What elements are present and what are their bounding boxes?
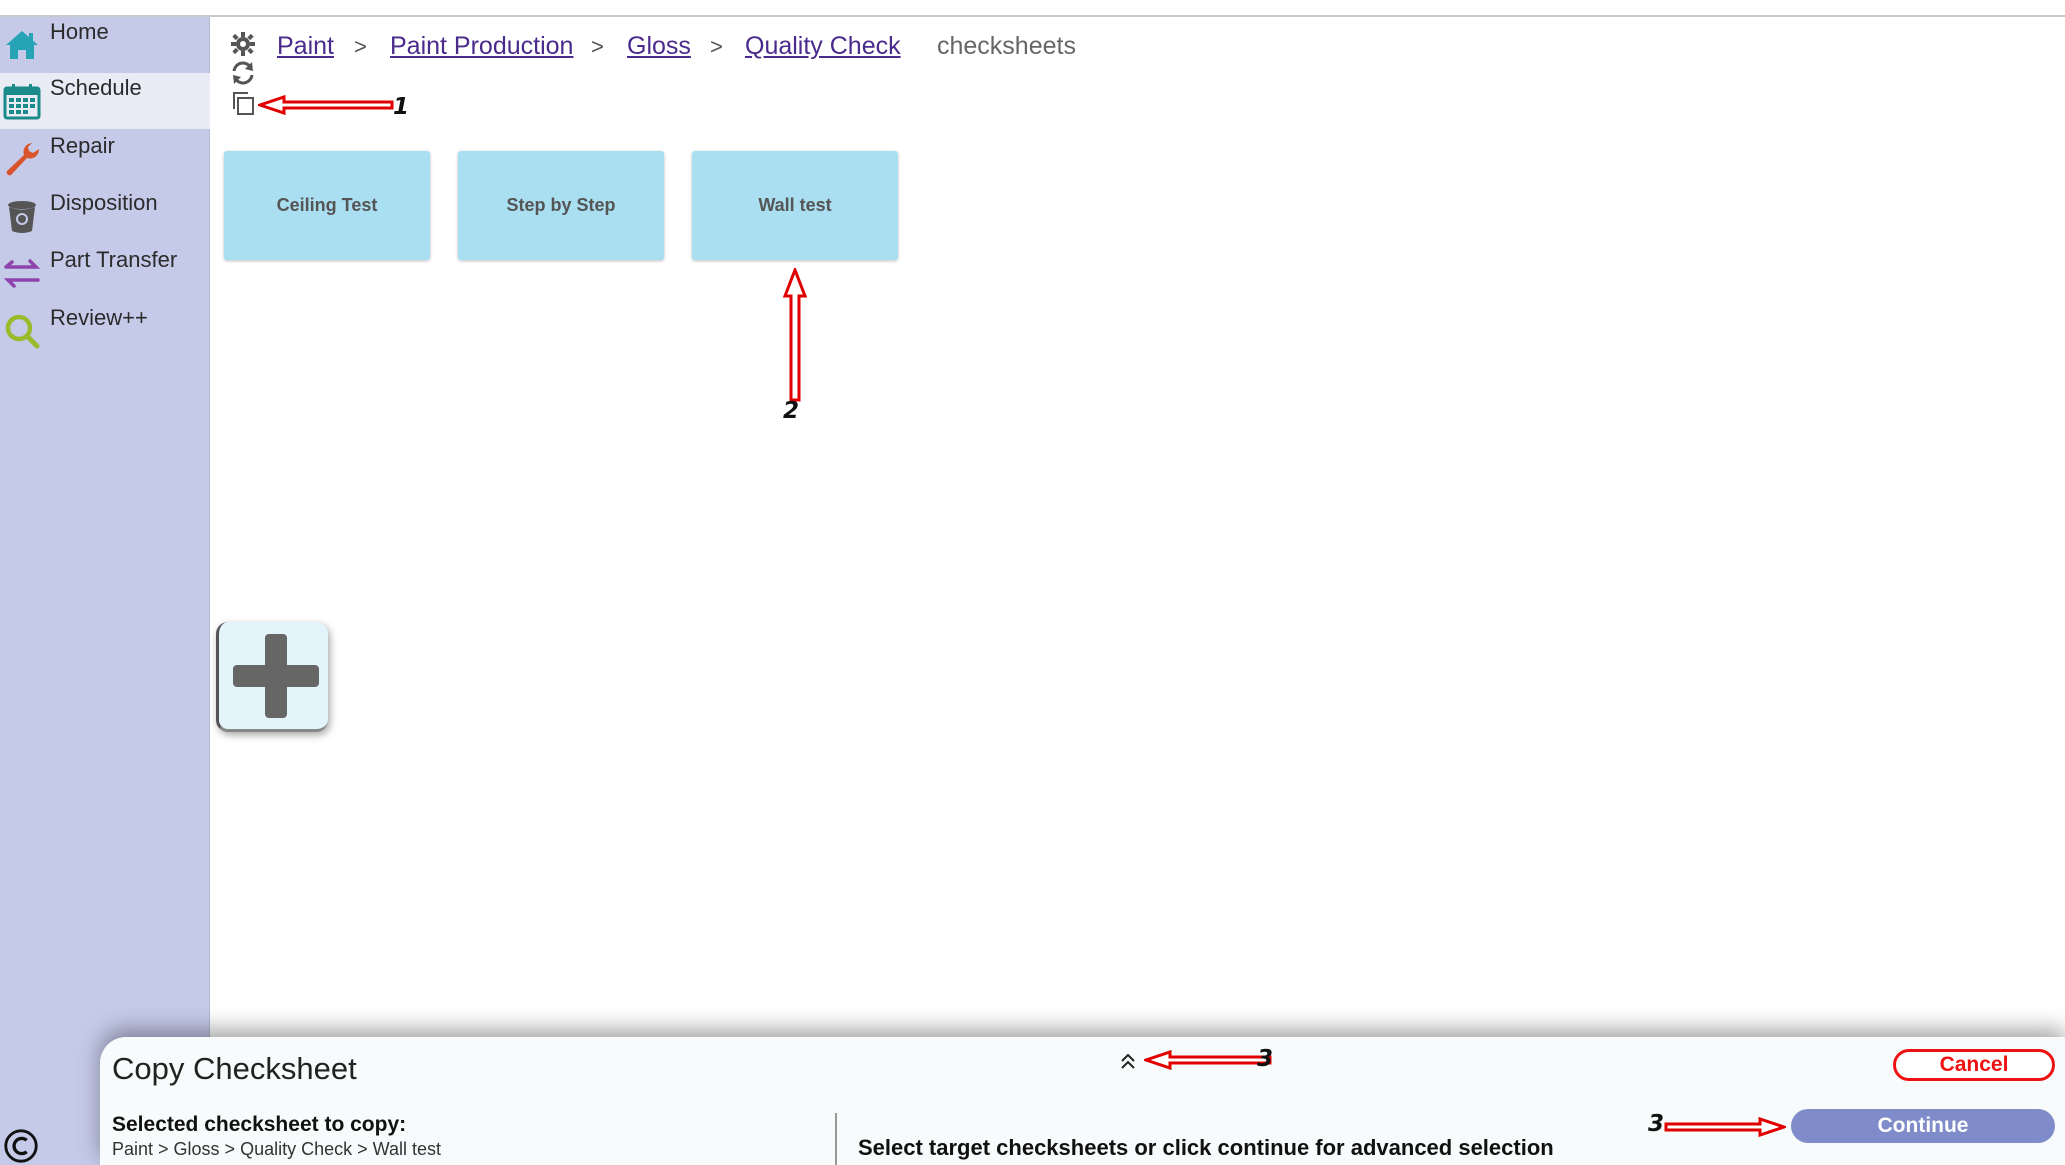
copyright-icon[interactable] [2,1127,40,1165]
magnifier-icon [5,314,40,349]
sidebar-item-disposition[interactable]: Disposition [0,188,210,244]
sidebar-item-label: Home [50,19,109,44]
sidebar: Home Schedule Repair Disposition Part Tr… [0,17,210,1165]
annotation-arrow-right-icon [1664,1116,1786,1138]
selected-checksheet-path: Paint > Gloss > Quality Check > Wall tes… [112,1139,441,1159]
tile-label: Ceiling Test [276,195,378,215]
sidebar-item-review[interactable]: Review++ [0,303,210,359]
panel-divider [835,1113,837,1165]
copy-icon[interactable] [230,90,256,116]
home-icon [6,31,38,59]
tile-label: Step by Step [506,195,616,215]
sidebar-item-label: Disposition [50,190,158,215]
checksheet-tile-step-by-step[interactable]: Step by Step [458,151,664,260]
cancel-button[interactable]: Cancel [1893,1049,2055,1081]
trash-icon [8,201,36,233]
target-instructions: Select target checksheets or click conti… [858,1135,1554,1160]
breadcrumb-link-paint[interactable]: Paint [277,32,334,61]
collapse-chevron-up-icon[interactable] [1118,1051,1138,1071]
panel-title: Copy Checksheet [112,1051,357,1086]
refresh-icon[interactable] [230,60,256,86]
checksheet-tile-ceiling-test[interactable]: Ceiling Test [224,151,430,260]
annotation-arrow-up-icon [782,268,808,402]
app-root: Home Schedule Repair Disposition Part Tr… [0,0,2065,1165]
sidebar-item-schedule[interactable]: Schedule [0,73,210,129]
sidebar-item-label: Part Transfer [50,247,178,272]
breadcrumb-link-quality-check[interactable]: Quality Check [745,32,901,61]
annotation-arrow-left-icon [258,94,394,116]
continue-button[interactable]: Continue [1791,1109,2055,1143]
plus-icon [233,634,319,718]
sidebar-item-home[interactable]: Home [0,17,210,73]
add-checksheet-button[interactable] [216,622,328,732]
breadcrumb-separator: > [710,34,723,59]
breadcrumb-link-gloss[interactable]: Gloss [627,32,691,61]
breadcrumb-current: checksheets [937,32,1076,60]
copy-checksheet-panel: Copy Checksheet 3 Cancel Selected checks… [100,1037,2065,1165]
sidebar-item-label: Review++ [50,305,148,330]
breadcrumb-separator: > [354,34,367,59]
annotation-number: 2 [783,398,800,424]
annotation-arrow-left-icon [1144,1049,1272,1071]
gear-icon[interactable] [230,31,256,57]
breadcrumb-separator: > [591,34,604,59]
tile-label: Wall test [758,195,832,215]
annotation-number: 1 [393,94,410,120]
transfer-arrows-icon [3,259,41,288]
annotation-number: 3 [1257,1046,1274,1072]
sidebar-item-label: Repair [50,133,115,158]
selected-checksheet-label: Selected checksheet to copy: [112,1113,407,1136]
sidebar-item-part-transfer[interactable]: Part Transfer [0,245,210,301]
top-border [0,15,2065,17]
calendar-icon [3,84,41,120]
sidebar-item-label: Schedule [50,75,142,100]
wrench-icon [6,143,40,176]
sidebar-item-repair[interactable]: Repair [0,131,210,187]
breadcrumb-link-paint-production[interactable]: Paint Production [390,32,573,61]
checksheet-tile-wall-test[interactable]: Wall test [692,151,898,260]
